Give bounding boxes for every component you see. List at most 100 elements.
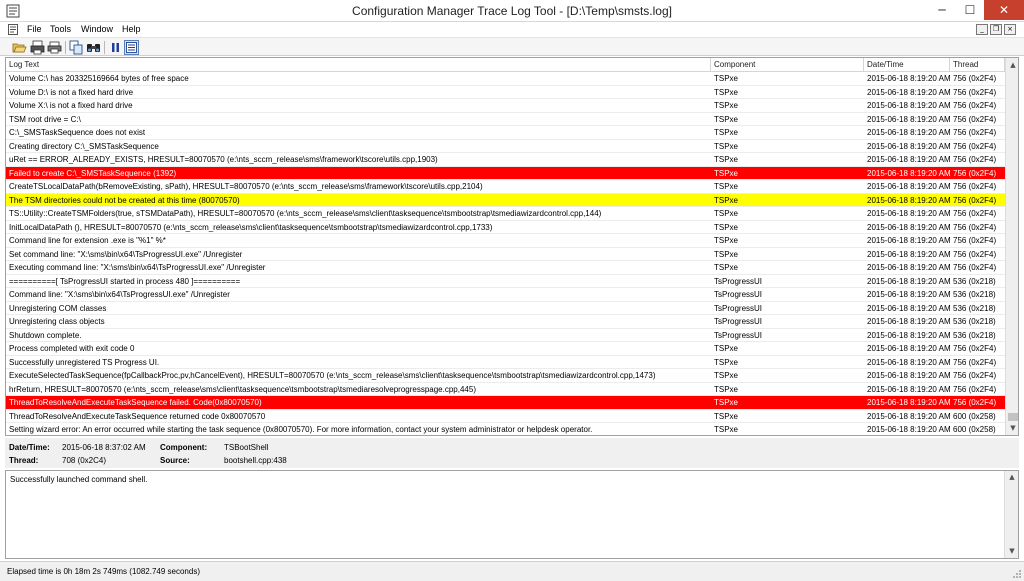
log-row[interactable]: ThreadToResolveAndExecuteTaskSequence re…: [6, 410, 1005, 423]
mdi-restore-button[interactable]: ❒: [990, 24, 1002, 35]
log-row[interactable]: Successfully unregistered TS Progress UI…: [6, 356, 1005, 369]
close-button[interactable]: ✕: [984, 0, 1024, 20]
thread-cell: 536 (0x218): [953, 317, 996, 326]
maximize-button[interactable]: ☐: [956, 0, 984, 20]
pause-icon[interactable]: [108, 40, 123, 55]
log-text-cell: TSM root drive = C:\: [9, 114, 81, 124]
menu-window[interactable]: Window: [81, 24, 113, 35]
thread-cell: 756 (0x2F4): [953, 344, 997, 353]
datetime-cell: 2015-06-18 8:19:20 AM: [867, 141, 950, 151]
log-row[interactable]: Volume C:\ has 203325169664 bytes of fre…: [6, 72, 1005, 86]
log-row[interactable]: Unregistering class objects TsProgressUI 2…: [6, 315, 1005, 329]
datetime-cell: 2015-06-18 8:19:20 AM: [867, 114, 950, 124]
log-row[interactable]: Command line for extension .exe is "%1" …: [6, 234, 1005, 248]
log-row[interactable]: ExecuteSelectedTaskSequence(fpCallbackPr…: [6, 369, 1005, 383]
thread-cell: 756 (0x2F4): [953, 209, 997, 218]
datetime-cell: 2015-06-18 8:19:20 AM: [867, 155, 950, 164]
log-row[interactable]: Process completed with exit code 0 TSPxe 2…: [6, 342, 1005, 356]
thread-cell: 536 (0x218): [953, 330, 996, 340]
scroll-down-arrow-icon[interactable]: ▼: [1006, 421, 1018, 435]
component-cell: TSPxe: [714, 344, 739, 353]
component-cell: TSPxe: [714, 195, 739, 205]
log-row[interactable]: The TSM directories could not be created…: [6, 193, 1005, 207]
datetime-cell: 2015-06-18 8:19:20 AM: [867, 411, 950, 421]
print-icon[interactable]: [47, 40, 62, 55]
thread-cell: 756 (0x2F4): [953, 101, 997, 110]
menu-file[interactable]: File: [27, 24, 42, 35]
datetime-cell: 2015-06-18 8:19:20 AM: [867, 182, 950, 191]
log-text-cell: TS::Utility::CreateTSMFolders(true, sTSM…: [9, 209, 602, 218]
component-cell: TSPxe: [714, 222, 739, 232]
log-row[interactable]: ThreadToResolveAndExecuteTaskSequence fa…: [6, 396, 1005, 410]
menu-bar: File Tools Window Help: [0, 22, 1024, 37]
thread-cell: 536 (0x218): [953, 290, 996, 299]
datetime-label: Date/Time:: [9, 443, 50, 452]
datetime-cell: 2015-06-18 8:19:20 AM: [867, 384, 950, 394]
find-icon[interactable]: [86, 40, 101, 55]
thread-cell: 756 (0x2F4): [953, 236, 997, 245]
log-row[interactable]: Volume D:\ is not a fixed hard drive TSPx…: [6, 86, 1005, 99]
message-scroll-down-icon[interactable]: ▼: [1005, 545, 1019, 558]
source-value: bootshell.cpp:438: [224, 456, 287, 465]
document-icon[interactable]: [8, 24, 18, 35]
log-row[interactable]: C:\_SMSTaskSequence does not exist TSPxe 2…: [6, 126, 1005, 140]
message-box[interactable]: Successfully launched command shell. ▲ ▼: [5, 470, 1019, 559]
log-row[interactable]: Set command line: "X:\sms\bin\x64\TsProg…: [6, 248, 1005, 261]
log-row[interactable]: Command line: "X:\sms\bin\x64\TsProgress…: [6, 288, 1005, 302]
message-text: Successfully launched command shell.: [10, 475, 148, 484]
log-row[interactable]: Volume X:\ is not a fixed hard drive TSPx…: [6, 99, 1005, 113]
menu-help[interactable]: Help: [122, 24, 141, 35]
log-row[interactable]: Setting wizard error: An error occurred …: [6, 423, 1005, 435]
log-row[interactable]: TSM root drive = C:\ TSPxe 2015-06-18 8:19…: [6, 113, 1005, 126]
message-scroll-up-icon[interactable]: ▲: [1005, 471, 1019, 484]
component-cell: TsProgressUI: [714, 330, 763, 340]
log-row[interactable]: Failed to create C:\_SMSTaskSequence (13…: [6, 166, 1005, 180]
datetime-value: 2015-06-18 8:37:02 AM: [62, 443, 146, 452]
highlight-icon[interactable]: [124, 40, 139, 55]
datetime-cell: 2015-06-18 8:19:20 AM: [867, 344, 950, 353]
thread-cell: 756 (0x2F4): [953, 155, 997, 164]
log-row[interactable]: CreateTSLocalDataPath(bRemoveExisting, s…: [6, 180, 1005, 194]
copy-icon[interactable]: [69, 40, 84, 55]
log-row[interactable]: InitLocalDataPath (), HRESULT=80070570 (…: [6, 221, 1005, 234]
log-row[interactable]: TS::Utility::CreateTSMFolders(true, sTSM…: [6, 207, 1005, 221]
thread-cell: 756 (0x2F4): [953, 195, 997, 205]
thread-cell: 756 (0x2F4): [953, 182, 997, 191]
scroll-up-arrow-icon[interactable]: ▲: [1006, 58, 1018, 72]
column-header-datetime[interactable]: Date/Time: [864, 58, 950, 72]
vertical-scrollbar[interactable]: ▲ ▼: [1005, 58, 1018, 435]
datetime-cell: 2015-06-18 8:19:20 AM: [867, 87, 950, 97]
resize-grip-icon[interactable]: [1012, 569, 1022, 579]
mdi-close-button[interactable]: ×: [1004, 24, 1016, 35]
menu-tools[interactable]: Tools: [50, 24, 71, 35]
scrollbar-thumb[interactable]: [1008, 413, 1018, 421]
thread-cell: 756 (0x2F4): [953, 141, 997, 151]
log-text-cell: Executing command line: "X:\sms\bin\x64\…: [9, 263, 266, 272]
column-header-thread[interactable]: Thread: [950, 58, 1005, 72]
component-cell: TSPxe: [714, 249, 739, 259]
column-header-component[interactable]: Component: [711, 58, 864, 72]
log-row[interactable]: hrReturn, HRESULT=80070570 (e:\nts_sccm_…: [6, 383, 1005, 396]
print-setup-icon[interactable]: [30, 40, 45, 55]
log-row[interactable]: uRet == ERROR_ALREADY_EXISTS, HRESULT=80…: [6, 153, 1005, 167]
mdi-minimize-button[interactable]: _: [976, 24, 988, 35]
minimize-button[interactable]: ─: [928, 0, 956, 20]
log-row[interactable]: ==========[ TsProgressUI started in proc…: [6, 275, 1005, 288]
log-row[interactable]: Executing command line: "X:\sms\bin\x64\…: [6, 261, 1005, 275]
message-scrollbar[interactable]: ▲ ▼: [1004, 471, 1018, 558]
source-label: Source:: [160, 456, 190, 465]
log-row[interactable]: Creating directory C:\_SMSTaskSequence TS…: [6, 140, 1005, 153]
toolbar-separator: [65, 41, 66, 54]
datetime-cell: 2015-06-18 8:19:20 AM: [867, 74, 950, 83]
log-row[interactable]: Shutdown complete. TsProgressUI 2015-06-18…: [6, 329, 1005, 342]
datetime-cell: 2015-06-18 8:19:20 AM: [867, 236, 950, 245]
status-bar: Elapsed time is 0h 18m 2s 749ms (1082.74…: [0, 561, 1024, 581]
open-icon[interactable]: [12, 40, 27, 55]
log-text-cell: C:\_SMSTaskSequence does not exist: [9, 128, 146, 137]
log-grid[interactable]: Log Text Component Date/Time Thread Volu…: [5, 57, 1019, 436]
datetime-cell: 2015-06-18 8:19:20 AM: [867, 330, 950, 340]
component-cell: TSPxe: [714, 128, 739, 137]
datetime-cell: 2015-06-18 8:19:20 AM: [867, 398, 950, 407]
column-header-log-text[interactable]: Log Text: [6, 58, 711, 72]
log-row[interactable]: Unregistering COM classes TsProgressUI 201…: [6, 302, 1005, 315]
